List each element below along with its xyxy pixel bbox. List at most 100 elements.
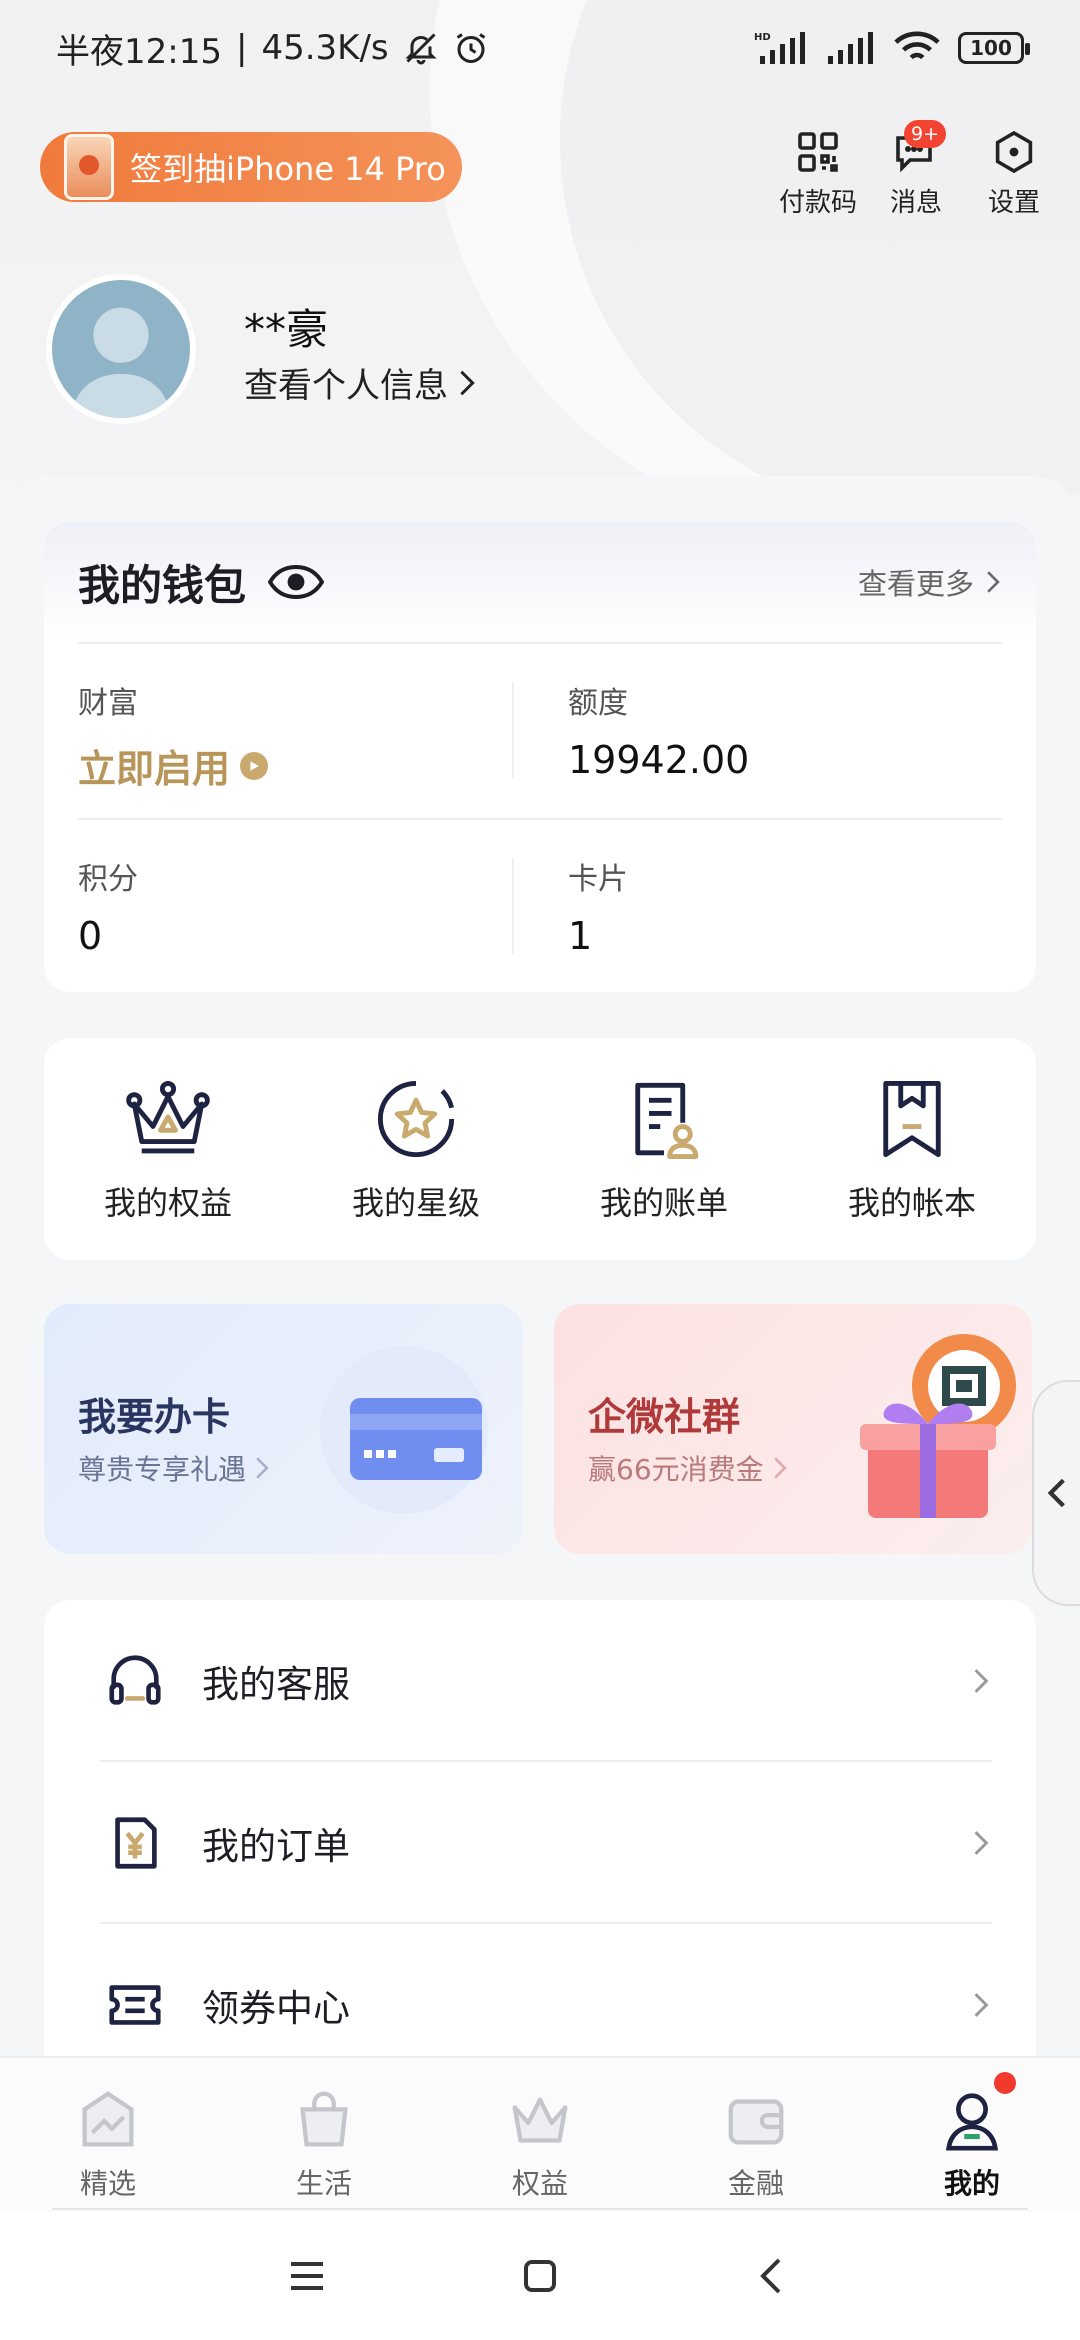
tab-featured[interactable]: 精选: [0, 2058, 216, 2212]
star-badge-icon: [377, 1080, 455, 1158]
chevron-right-icon: [974, 1669, 989, 1693]
svg-text:HD: HD: [754, 32, 771, 43]
tab-finance-label: 金融: [727, 2167, 784, 2200]
wallet-wealth[interactable]: 财富 立即启用: [78, 678, 269, 793]
shortcut-bills[interactable]: 我的账单: [540, 1038, 788, 1260]
bill-icon: [635, 1082, 699, 1159]
crown-icon: [126, 1080, 210, 1154]
signal-icon: [828, 32, 873, 64]
message-count-badge: 9+: [904, 120, 946, 148]
tab-benefits[interactable]: 权益: [432, 2058, 648, 2212]
top-action-bar: 付款码 9+ 消息 设置: [779, 120, 1050, 219]
tab-featured-label: 精选: [79, 2167, 136, 2200]
chevron-right-icon: [256, 1457, 269, 1479]
chevron-right-icon: [974, 1993, 989, 2017]
order-yen-icon: [115, 1817, 157, 1869]
crown-nav-icon: [512, 2097, 568, 2143]
checkin-promo-button[interactable]: 签到抽iPhone 14 Pro: [40, 132, 462, 202]
tab-finance[interactable]: 金融: [648, 2058, 864, 2212]
shortcut-star-level[interactable]: 我的星级: [292, 1038, 540, 1260]
pay-code-label: 付款码: [779, 188, 858, 218]
notification-dot: [994, 2072, 1016, 2094]
tab-benefits-label: 权益: [511, 2167, 568, 2200]
settings-icon: [995, 130, 1033, 174]
tab-mine[interactable]: 我的: [864, 2058, 1080, 2212]
apply-card-title: 我要办卡: [78, 1395, 231, 1439]
wallet-credit[interactable]: 额度 19942.00: [568, 678, 749, 782]
wallet-header: 我的钱包 查看更多: [44, 522, 1036, 642]
status-time: 半夜12:15: [56, 31, 222, 72]
home-square-icon[interactable]: [516, 2252, 564, 2300]
wallet-points-label: 积分: [78, 862, 138, 897]
coupon-icon: [109, 1985, 161, 2025]
wecom-group-title: 企微社群: [588, 1395, 741, 1439]
shortcut-ledger-label: 我的帐本: [847, 1184, 976, 1222]
chevron-right-icon: [460, 370, 475, 395]
shortcut-star-level-label: 我的星级: [351, 1184, 480, 1222]
battery-indicator: 100: [958, 32, 1030, 64]
menu-list: 我的客服 我的订单 领券中心: [44, 1600, 1036, 2080]
promo-label: 签到抽iPhone 14 Pro: [130, 150, 446, 188]
wecom-group-banner[interactable]: 企微社群 赢66元消费金: [554, 1304, 1032, 1554]
status-bar: 半夜12:15 | 45.3K/s HD 100: [0, 0, 1080, 96]
wallet-more-link[interactable]: 查看更多: [858, 561, 1002, 603]
wallet-credit-label: 额度: [568, 686, 628, 721]
eye-icon[interactable]: [268, 564, 325, 600]
wallet-cards-label: 卡片: [568, 862, 628, 897]
shortcut-bills-label: 我的账单: [599, 1184, 728, 1222]
pay-code-button[interactable]: 付款码: [779, 128, 858, 219]
wallet-more-label: 查看更多: [857, 567, 974, 601]
tab-life[interactable]: 生活: [216, 2058, 432, 2212]
wallet-wealth-value: 立即启用: [78, 747, 231, 791]
wecom-group-subtitle: 赢66元消费金: [588, 1453, 764, 1486]
tab-mine-label: 我的: [943, 2167, 1000, 2200]
wallet-cards-value: 1: [568, 914, 593, 958]
bookmark-ledger-icon: [883, 1080, 941, 1158]
back-icon[interactable]: [749, 2252, 797, 2300]
wallet-wealth-label: 财富: [78, 686, 138, 721]
headset-icon: [109, 1655, 161, 1705]
qr-code-icon: [798, 132, 838, 172]
tab-life-label: 生活: [295, 2167, 352, 2200]
wallet-points-value: 0: [78, 914, 103, 958]
wallet-icon: [728, 2099, 784, 2145]
messages-button[interactable]: 9+ 消息: [880, 120, 952, 219]
apply-card-subtitle: 尊贵专享礼遇: [78, 1453, 247, 1486]
system-navigation-bar: [0, 2212, 1080, 2340]
mute-bell-icon: [405, 33, 437, 65]
shortcut-benefits[interactable]: 我的权益: [44, 1038, 292, 1260]
settings-button[interactable]: 设置: [978, 128, 1050, 219]
signal-hd-icon: HD: [754, 32, 805, 64]
status-net-speed: 45.3K/s: [261, 28, 389, 68]
view-profile-link[interactable]: 查看个人信息: [244, 358, 478, 407]
user-name: **豪: [244, 305, 329, 354]
gift-box-icon: [860, 1334, 1016, 1518]
credit-card-icon: [320, 1346, 488, 1514]
featured-icon: [82, 2091, 134, 2147]
menu-item-orders[interactable]: 我的订单: [44, 1762, 1036, 1924]
messages-label: 消息: [889, 188, 942, 218]
shortcut-ledger[interactable]: 我的帐本: [788, 1038, 1036, 1260]
menu-orders-label: 我的订单: [202, 1825, 350, 1868]
chevron-right-icon: [974, 1831, 989, 1855]
wallet-cards[interactable]: 卡片 1: [568, 854, 628, 958]
shortcut-benefits-label: 我的权益: [103, 1184, 232, 1222]
chevron-left-icon: [1047, 1478, 1065, 1508]
alarm-icon: [456, 33, 485, 63]
menu-coupon-center-label: 领券中心: [202, 1987, 350, 2030]
avatar[interactable]: [46, 274, 196, 424]
apply-card-banner[interactable]: 我要办卡 尊贵专享礼遇: [44, 1304, 522, 1554]
menu-item-customer-service[interactable]: 我的客服: [44, 1600, 1036, 1762]
shortcut-grid: 我的权益 我的星级 我的账单 我的帐本: [44, 1038, 1036, 1260]
menu-customer-service-label: 我的客服: [202, 1663, 350, 1706]
bottom-tab-bar: 精选 生活 权益 金融 我的: [0, 2056, 1080, 2212]
menu-icon[interactable]: [283, 2252, 331, 2300]
shopping-bag-icon: [300, 2091, 348, 2147]
settings-label: 设置: [987, 188, 1040, 218]
wallet-points[interactable]: 积分 0: [78, 854, 138, 958]
chevron-right-icon: [987, 571, 1000, 593]
chevron-right-icon: [773, 1457, 787, 1479]
wallet-title: 我的钱包: [78, 560, 247, 610]
side-drawer-handle[interactable]: [1032, 1380, 1080, 1606]
default-avatar-icon: [71, 307, 171, 418]
